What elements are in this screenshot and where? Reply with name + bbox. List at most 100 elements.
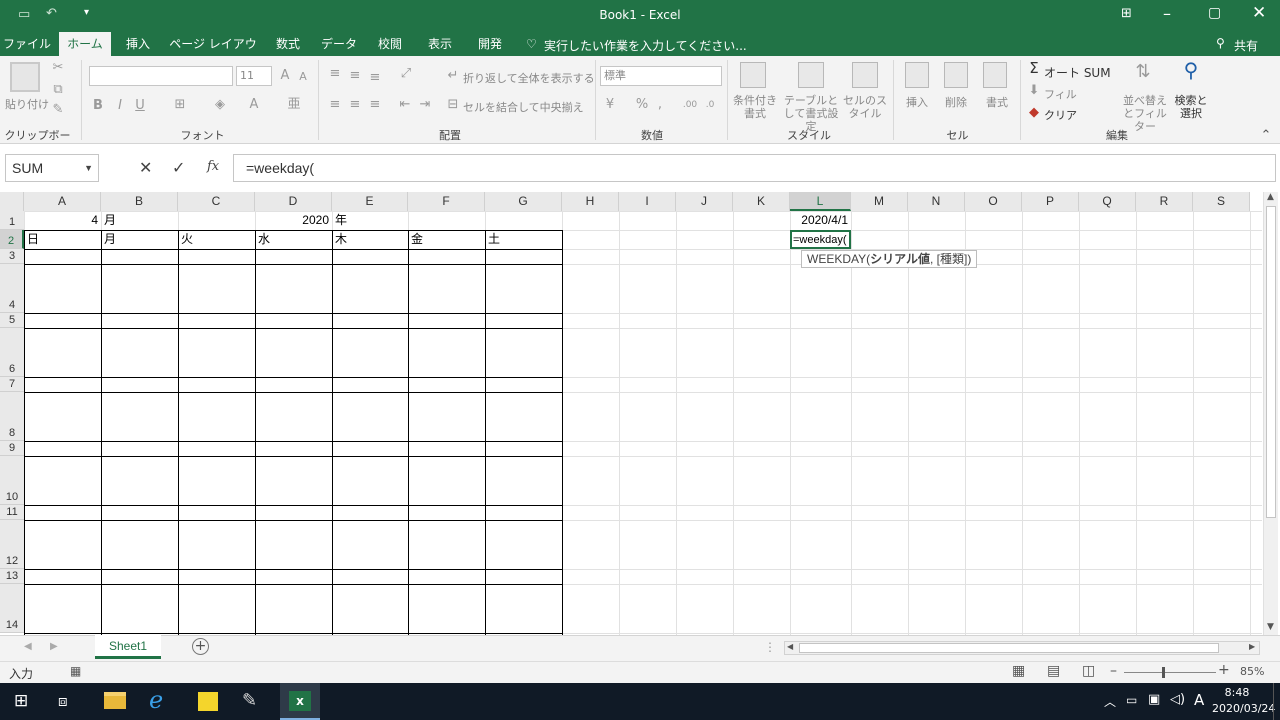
column-header-p[interactable]: P (1022, 192, 1079, 211)
internet-explorer-icon[interactable]: e (149, 686, 163, 714)
name-box[interactable]: SUM ▼ (5, 154, 99, 182)
next-sheet-icon[interactable]: ▶ (50, 641, 58, 652)
cell-a2[interactable]: 日 (24, 230, 101, 249)
cell-styles-icon[interactable] (852, 62, 878, 88)
notification-icon[interactable] (1273, 683, 1277, 720)
select-all-corner[interactable] (0, 192, 24, 211)
column-header-l[interactable]: L (790, 192, 851, 211)
chevron-down-icon[interactable]: ▼ (84, 155, 93, 181)
column-header-h[interactable]: H (562, 192, 619, 211)
wrap-text-button[interactable]: 折り返して全体を表示する (463, 70, 595, 86)
row-header-13[interactable]: 13 (0, 569, 24, 584)
paste-button[interactable]: 貼り付け (5, 96, 49, 112)
scroll-up-icon[interactable]: ▲ (1267, 192, 1274, 202)
italic-button[interactable]: I (114, 98, 126, 114)
zoom-slider-thumb[interactable] (1162, 667, 1165, 678)
formula-input[interactable]: =weekday( (233, 154, 1276, 182)
row-header-4[interactable]: 4 (0, 264, 24, 313)
tab-developer[interactable]: 開発 (470, 32, 510, 56)
insert-function-icon[interactable]: fx (207, 159, 219, 174)
clear-button[interactable]: クリア (1044, 107, 1077, 123)
delete-cells-icon[interactable] (944, 62, 968, 88)
sticky-notes-icon[interactable] (198, 692, 218, 711)
vertical-scroll-thumb[interactable] (1266, 206, 1276, 518)
column-header-q[interactable]: Q (1079, 192, 1136, 211)
paste-icon[interactable] (10, 62, 40, 92)
power-icon[interactable]: ▭ (1126, 693, 1137, 707)
column-header-c[interactable]: C (178, 192, 255, 211)
zoom-out-icon[interactable]: – (1110, 663, 1117, 679)
collapse-ribbon-icon[interactable]: ⌃ (1260, 128, 1272, 144)
column-header-r[interactable]: R (1136, 192, 1193, 211)
tab-view[interactable]: 表示 (420, 32, 460, 56)
increase-indent-icon[interactable]: ⇥ (418, 97, 432, 113)
cell-d2[interactable]: 水 (255, 230, 332, 249)
row-header-10[interactable]: 10 (0, 456, 24, 505)
column-header-b[interactable]: B (101, 192, 178, 211)
middle-align-icon[interactable]: ≡ (348, 68, 362, 84)
page-break-view-icon[interactable]: ◫ (1082, 663, 1095, 679)
row-header-7[interactable]: 7 (0, 377, 24, 392)
tab-home[interactable]: ホーム (59, 32, 111, 56)
increase-decimal-icon[interactable]: .00 (682, 97, 698, 113)
insert-cells-icon[interactable] (905, 62, 929, 88)
format-cells-icon[interactable] (983, 62, 1007, 88)
borders-icon[interactable]: ⊞ (172, 97, 188, 113)
column-header-s[interactable]: S (1193, 192, 1250, 211)
decrease-decimal-icon[interactable]: .0 (702, 97, 718, 113)
format-cells-button[interactable]: 書式 (986, 94, 1008, 110)
phonetic-icon[interactable]: 亜 (286, 97, 302, 113)
ribbon-display-options-icon[interactable]: ⊞ (1121, 6, 1132, 21)
tooltip-func[interactable]: WEEKDAY( (807, 252, 870, 266)
cell-l1[interactable]: 2020/4/1 (790, 211, 851, 230)
autosum-button[interactable]: オート SUM (1044, 64, 1111, 81)
column-header-d[interactable]: D (255, 192, 332, 211)
confirm-entry-icon[interactable]: ✓ (172, 158, 185, 177)
task-view-icon[interactable]: ⧈ (58, 692, 68, 710)
scroll-down-icon[interactable]: ▼ (1267, 622, 1274, 632)
align-left-icon[interactable]: ≡ (328, 97, 342, 113)
merge-center-button[interactable]: セルを結合して中央揃え (463, 99, 584, 115)
tell-me-box[interactable]: 実行したい作業を入力してください... (544, 37, 747, 54)
row-header-9[interactable]: 9 (0, 441, 24, 456)
tab-data[interactable]: データ (318, 32, 360, 56)
shrink-font-icon[interactable]: A (296, 69, 310, 85)
cell-d1[interactable]: 2020 (255, 211, 332, 230)
grow-font-icon[interactable]: A (278, 68, 292, 84)
row-header-11[interactable]: 11 (0, 505, 24, 520)
windows-start-icon[interactable]: ⊞ (14, 691, 28, 711)
tab-split-handle[interactable]: ⋮ (764, 640, 776, 654)
bold-button[interactable]: B (92, 98, 104, 114)
share-button[interactable]: 共有 (1234, 37, 1258, 54)
network-icon[interactable]: ▣ (1148, 692, 1160, 707)
column-header-a[interactable]: A (24, 192, 101, 211)
tab-insert[interactable]: 挿入 (118, 32, 158, 56)
cell-f2[interactable]: 金 (408, 230, 485, 249)
number-format-combo[interactable]: 標準 (600, 66, 722, 86)
conditional-formatting-icon[interactable] (740, 62, 766, 88)
tab-formulas[interactable]: 数式 (268, 32, 308, 56)
format-painter-icon[interactable]: ✎ (50, 102, 66, 118)
column-header-n[interactable]: N (908, 192, 965, 211)
cell-c2[interactable]: 火 (178, 230, 255, 249)
find-select-button[interactable]: 検索と選択 (1174, 94, 1208, 120)
font-name-combo[interactable] (89, 66, 233, 86)
prev-sheet-icon[interactable]: ◀ (24, 641, 32, 652)
delete-cells-button[interactable]: 削除 (945, 94, 967, 110)
zoom-level[interactable]: 85% (1240, 665, 1264, 678)
cancel-entry-icon[interactable]: ✕ (139, 158, 152, 177)
cut-icon[interactable]: ✂ (50, 60, 66, 76)
minimize-button[interactable]: – (1163, 4, 1171, 23)
zoom-in-icon[interactable]: + (1218, 662, 1230, 678)
horizontal-scrollbar[interactable]: ◀ ▶ (784, 641, 1260, 655)
column-header-g[interactable]: G (485, 192, 562, 211)
row-header-3[interactable]: 3 (0, 249, 24, 264)
vertical-scrollbar[interactable]: ▲ ▼ (1263, 192, 1278, 635)
worksheet-grid[interactable] (0, 190, 1280, 635)
align-right-icon[interactable]: ≡ (368, 97, 382, 113)
orientation-icon[interactable]: ⤢ (398, 66, 414, 82)
cell-styles-button[interactable]: セルのスタイル (842, 94, 888, 120)
column-header-i[interactable]: I (619, 192, 676, 211)
file-explorer-icon[interactable] (104, 692, 126, 709)
row-header-5[interactable]: 5 (0, 313, 24, 328)
